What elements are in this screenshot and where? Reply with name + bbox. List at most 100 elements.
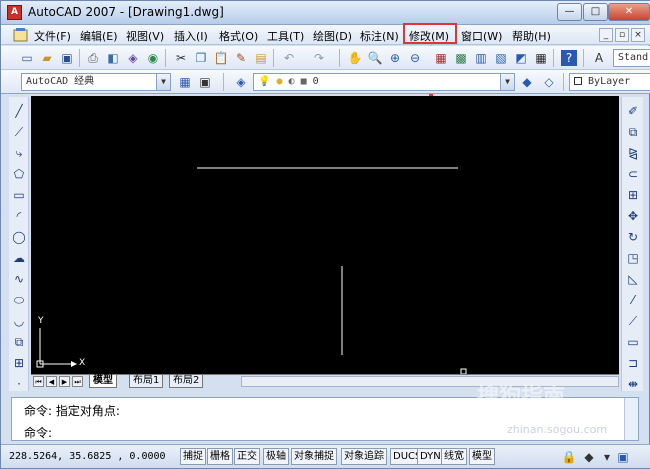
polygon-icon[interactable]: ⬠ (11, 166, 27, 182)
clean-screen-icon[interactable]: ▣ (615, 449, 631, 465)
comm-center-icon[interactable]: ◆ (581, 449, 597, 465)
ortho-toggle[interactable]: 正交 (234, 448, 260, 465)
new-icon[interactable]: ▭ (19, 50, 35, 66)
menu-dimension[interactable]: 标注(N) (360, 28, 399, 44)
help-icon[interactable]: ? (561, 50, 577, 66)
tab-model[interactable]: 模型 (89, 375, 117, 388)
rectangle-icon[interactable]: ▭ (11, 187, 27, 203)
match-properties-icon[interactable]: ✎ (233, 50, 249, 66)
layer-manager-icon[interactable]: ◈ (233, 74, 249, 90)
workspace-combo[interactable]: AutoCAD 经典 ▼ (21, 73, 171, 91)
polar-toggle[interactable]: 极轴 (263, 448, 289, 465)
watermark-text: 搜狗指南 (477, 385, 566, 410)
pan-icon[interactable]: ✋ (347, 50, 363, 66)
next-tab-icon[interactable]: ▶ (59, 376, 70, 387)
construction-line-icon[interactable]: ⟋ (11, 124, 27, 140)
copy-icon[interactable]: ❐ (193, 50, 209, 66)
autocad-window: A AutoCAD 2007 - [Drawing1.dwg] — □ ✕ 文件… (0, 0, 650, 469)
tool-palettes-icon[interactable]: ▥ (473, 50, 489, 66)
menu-file[interactable]: 文件(F) (34, 28, 71, 44)
publish-icon[interactable]: ◈ (125, 50, 141, 66)
status-menu-icon[interactable]: ▾ (599, 449, 615, 465)
menu-insert[interactable]: 插入(I) (174, 28, 208, 44)
last-tab-icon[interactable]: ⏭ (72, 376, 83, 387)
revision-cloud-icon[interactable]: ☁ (11, 250, 27, 266)
menu-view[interactable]: 视图(V) (126, 28, 164, 44)
grid-toggle[interactable]: 栅格 (207, 448, 233, 465)
print-icon[interactable]: ⎙ (85, 50, 101, 66)
point-icon[interactable]: · (11, 376, 27, 392)
spline-icon[interactable]: ∿ (11, 271, 27, 287)
maximize-button[interactable]: □ (583, 3, 608, 21)
mdi-minimize-button[interactable]: _ (599, 28, 613, 42)
markup-icon[interactable]: ◩ (513, 50, 529, 66)
layer-value: 0 (312, 76, 319, 87)
color-combo[interactable]: ByLayer (569, 73, 650, 91)
tab-layout2[interactable]: 布局2 (169, 375, 204, 388)
chamfer-icon[interactable]: ⇼ (625, 376, 641, 392)
layer-combo[interactable]: 💡 ● ◐ ■ 0 ▼ (253, 73, 515, 91)
close-button[interactable]: ✕ (608, 3, 650, 21)
workspace-settings-icon[interactable]: ▦ (177, 74, 193, 90)
save-icon[interactable]: ▣ (59, 50, 75, 66)
text-style-icon[interactable]: A (591, 50, 607, 66)
mdi-restore-button[interactable]: ▫ (615, 28, 629, 42)
menu-tools[interactable]: 工具(T) (267, 28, 304, 44)
circle-icon[interactable]: ◯ (11, 229, 27, 245)
lineweight-toggle[interactable]: 线宽 (441, 448, 467, 465)
redo-icon[interactable]: ↷ (311, 50, 327, 66)
command-scrollbar[interactable] (624, 398, 638, 440)
mdi-close-button[interactable]: × (631, 28, 645, 42)
minimize-button[interactable]: — (557, 3, 582, 21)
dyn-toggle[interactable]: DYN (417, 448, 444, 465)
cut-icon[interactable]: ✂ (173, 50, 189, 66)
command-prompt[interactable]: 命令: (24, 424, 52, 441)
print-preview-icon[interactable]: ◧ (105, 50, 121, 66)
properties-icon[interactable]: ▦ (433, 50, 449, 66)
make-block-icon[interactable]: ⊞ (11, 355, 27, 371)
draw-toolbar: ╱ ⟋ ⤷ ⬠ ▭ ◜ ◯ ☁ ∿ ⬭ ◡ ⧉ ⊞ · (9, 97, 29, 391)
snap-toggle[interactable]: 捕捉 (180, 448, 206, 465)
3d-dwf-icon[interactable]: ◉ (145, 50, 161, 66)
watermark-url: zhinan.sogou.com (507, 423, 608, 436)
lock-icon[interactable]: 🔒 (561, 449, 577, 465)
drawing-svg (36, 167, 467, 374)
zoom-previous-icon[interactable]: ⊖ (407, 50, 423, 66)
calculator-icon[interactable]: ▦ (533, 50, 549, 66)
menu-help[interactable]: 帮助(H) (512, 28, 551, 44)
make-current-layer-icon[interactable]: ◆ (519, 74, 535, 90)
insert-block-icon[interactable]: ⧉ (11, 334, 27, 350)
line-icon[interactable]: ╱ (11, 103, 27, 119)
block-editor-icon[interactable]: ▤ (253, 50, 269, 66)
first-tab-icon[interactable]: ⏮ (33, 376, 44, 387)
menu-edit[interactable]: 编辑(E) (80, 28, 118, 44)
model-toggle[interactable]: 模型 (469, 448, 495, 465)
menu-window[interactable]: 窗口(W) (461, 28, 502, 44)
prev-tab-icon[interactable]: ◀ (46, 376, 57, 387)
zoom-window-icon[interactable]: ⊕ (387, 50, 403, 66)
ellipse-icon[interactable]: ⬭ (11, 292, 27, 308)
workspace-value: AutoCAD 经典 (26, 76, 95, 87)
arc-icon[interactable]: ◜ (11, 208, 27, 224)
design-center-icon[interactable]: ▩ (453, 50, 469, 66)
sheet-set-icon[interactable]: ▧ (493, 50, 509, 66)
ellipse-arc-icon[interactable]: ◡ (11, 313, 27, 329)
undo-icon[interactable]: ↶ (281, 50, 297, 66)
open-icon[interactable]: ▰ (39, 50, 55, 66)
paste-icon[interactable]: 📋 (213, 50, 229, 66)
menu-draw[interactable]: 绘图(D) (313, 28, 352, 44)
layer-color-icon: ■ (300, 76, 307, 87)
osnap-toggle[interactable]: 对象捕捉 (291, 448, 337, 465)
chevron-down-icon: ▼ (156, 74, 170, 90)
menu-format[interactable]: 格式(O) (219, 28, 258, 44)
tab-layout1[interactable]: 布局1 (129, 375, 164, 388)
workspace-save-icon[interactable]: ▣ (197, 74, 213, 90)
layer-thaw-icon: ● (276, 76, 283, 87)
polyline-icon[interactable]: ⤷ (11, 145, 27, 161)
menu-bar: 文件(F) 编辑(E) 视图(V) 插入(I) 格式(O) 工具(T) 绘图(D… (1, 25, 650, 45)
drawing-canvas[interactable]: Y X (31, 96, 619, 374)
text-style-combo[interactable]: Stand (613, 49, 650, 67)
layer-previous-icon[interactable]: ◇ (541, 74, 557, 90)
otrack-toggle[interactable]: 对象追踪 (341, 448, 387, 465)
zoom-realtime-icon[interactable]: 🔍 (367, 50, 383, 66)
